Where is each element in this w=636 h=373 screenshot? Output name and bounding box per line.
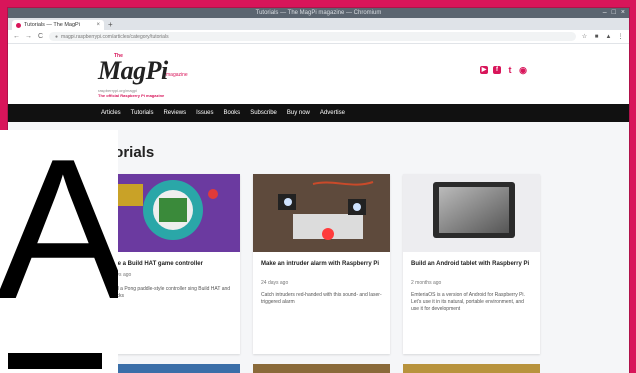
magpi-logo[interactable]: The MagPi magazine raspberrypi.org/magpi…: [96, 52, 206, 100]
main-nav: Articles Tutorials Reviews Issues Books …: [8, 104, 629, 122]
close-icon[interactable]: ×: [621, 9, 625, 17]
nav-buy-now[interactable]: Buy now: [287, 110, 310, 116]
nav-tutorials[interactable]: Tutorials: [131, 110, 154, 116]
article-card[interactable]: ake a Build HAT game controller days ago…: [103, 174, 240, 354]
article-card[interactable]: Make an intruder alarm with Raspberry Pi…: [253, 174, 390, 354]
article-date: 2 months ago: [411, 280, 442, 286]
article-thumbnail[interactable]: [103, 364, 240, 373]
tab-close-icon[interactable]: ×: [96, 22, 100, 28]
window-controls: – □ ×: [603, 9, 625, 17]
article-grid: ake a Build HAT game controller days ago…: [103, 174, 540, 354]
article-title[interactable]: Make an intruder alarm with Raspberry Pi: [261, 260, 383, 268]
article-date: 24 days ago: [261, 280, 289, 286]
article-title[interactable]: ake a Build HAT game controller: [111, 260, 233, 268]
article-card[interactable]: Build an Android tablet with Raspberry P…: [403, 174, 540, 354]
forward-icon[interactable]: →: [25, 33, 32, 40]
nav-subscribe[interactable]: Subscribe: [250, 110, 277, 116]
bookmark-star-icon[interactable]: ☆: [581, 33, 588, 40]
extension-icon[interactable]: ▲: [605, 34, 612, 40]
url-bar[interactable]: ● magpi.raspberrypi.com/articles/categor…: [49, 32, 576, 41]
extension-icon[interactable]: ■: [593, 34, 600, 40]
article-excerpt: uild a Pong paddle-style controller sing…: [111, 286, 231, 299]
favicon-icon: [16, 22, 21, 28]
article-excerpt: Catch intruders red-handed with this sou…: [261, 292, 382, 305]
overlay-letter: A: [0, 130, 118, 341]
nav-reviews[interactable]: Reviews: [163, 110, 186, 116]
overlay-letter-panel: A: [0, 130, 118, 373]
nav-books[interactable]: Books: [224, 110, 241, 116]
logo-subtitle: The official Raspberry Pi magazine: [98, 93, 165, 98]
facebook-icon[interactable]: f: [493, 66, 501, 74]
nav-issues[interactable]: Issues: [196, 110, 213, 116]
logo-title: MagPi: [98, 56, 168, 85]
youtube-icon[interactable]: ▶: [480, 66, 488, 74]
menu-icon[interactable]: ⋮: [617, 33, 624, 40]
window-titlebar: Tutorials — The MagPi magazine — Chromiu…: [8, 8, 629, 18]
article-thumbnail[interactable]: [403, 364, 540, 373]
logo-magazine: magazine: [166, 72, 188, 78]
article-thumbnail[interactable]: [253, 174, 390, 252]
twitter-icon[interactable]: t: [506, 66, 514, 75]
article-title[interactable]: Build an Android tablet with Raspberry P…: [411, 260, 533, 268]
rss-icon[interactable]: ◉: [519, 66, 527, 75]
maximize-icon[interactable]: □: [612, 9, 616, 17]
overlay-underline: [8, 353, 102, 369]
tab-label: Tutorials — The MagPi: [24, 22, 80, 28]
article-thumbnail[interactable]: [403, 174, 540, 252]
nav-articles[interactable]: Articles: [101, 110, 121, 116]
article-thumbnail[interactable]: [103, 174, 240, 252]
window-title: Tutorials — The MagPi magazine — Chromiu…: [255, 10, 382, 16]
lock-icon: ●: [55, 33, 59, 40]
back-icon[interactable]: ←: [13, 33, 20, 40]
tab-strip: Tutorials — The MagPi × +: [8, 18, 629, 30]
address-toolbar: ← → C ● magpi.raspberrypi.com/articles/c…: [8, 30, 629, 44]
minimize-icon[interactable]: –: [603, 9, 607, 17]
article-excerpt: EmteriaOS is a version of Android for Ra…: [411, 292, 525, 312]
next-row-thumbnails: [103, 364, 540, 373]
social-links: ▶ f t ◉: [480, 66, 527, 75]
new-tab-button[interactable]: +: [108, 20, 113, 30]
site-header: The MagPi magazine raspberrypi.org/magpi…: [8, 44, 629, 104]
reload-icon[interactable]: C: [37, 33, 44, 40]
article-thumbnail[interactable]: [253, 364, 390, 373]
nav-advertise[interactable]: Advertise: [320, 110, 345, 116]
tab-magpi[interactable]: Tutorials — The MagPi ×: [12, 20, 104, 30]
url-text: magpi.raspberrypi.com/articles/category/…: [61, 33, 169, 40]
